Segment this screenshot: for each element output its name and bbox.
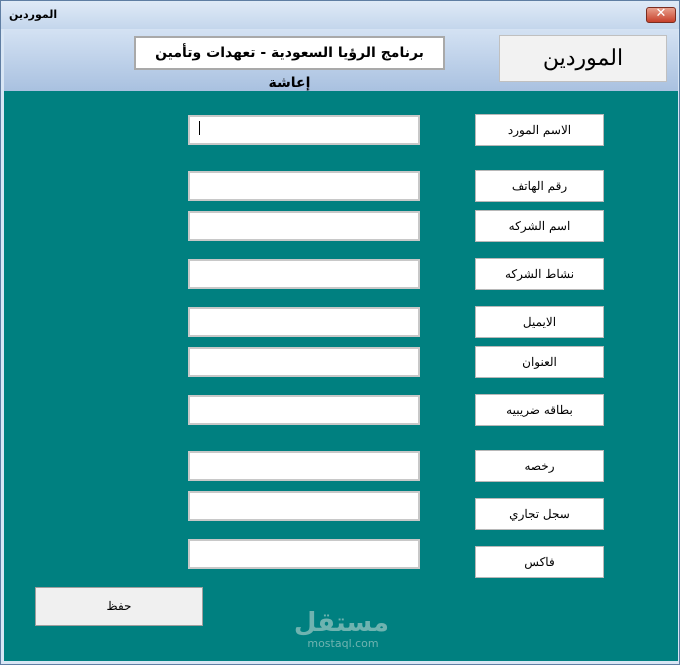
company-name-input[interactable] (188, 211, 420, 241)
fax-label: فاكس (475, 546, 604, 578)
watermark-logo: مستقل mostaql.com (293, 608, 389, 650)
watermark-url: mostaql.com (307, 637, 379, 650)
save-button[interactable]: حفظ (35, 587, 203, 626)
header-panel: برنامج الرؤيا السعودية - تعهدات وتأمين إ… (4, 29, 678, 91)
company-activity-input[interactable] (188, 259, 420, 289)
commercial-register-label: سجل تجاري (475, 498, 604, 530)
fax-input[interactable] (188, 539, 420, 569)
supplier-name-label: الاسم المورد (475, 114, 604, 146)
form-title: الموردين (499, 35, 667, 82)
email-input[interactable] (188, 307, 420, 337)
phone-input[interactable] (188, 171, 420, 201)
license-label: رخصه (475, 450, 604, 482)
email-label: الايميل (475, 306, 604, 338)
company-activity-label: نشاط الشركه (475, 258, 604, 290)
program-name-box: برنامج الرؤيا السعودية - تعهدات وتأمين إ… (134, 36, 445, 91)
commercial-register-input[interactable] (188, 491, 420, 521)
watermark-text: مستقل (293, 608, 389, 638)
address-input[interactable] (188, 347, 420, 377)
company-name-label: اسم الشركه (475, 210, 604, 242)
title-bar: الموردين ✕ (1, 1, 679, 29)
tax-card-input[interactable] (188, 395, 420, 425)
address-label: العنوان (475, 346, 604, 378)
supplier-name-input[interactable] (188, 115, 420, 145)
app-window: الموردين ✕ برنامج الرؤيا السعودية - تعهد… (0, 0, 680, 665)
window-title: الموردين (9, 8, 58, 21)
close-button[interactable]: ✕ (646, 6, 676, 23)
tax-card-label: بطاقه ضريبيه (475, 394, 604, 426)
form-body: الاسم المورد رقم الهاتف اسم الشركه نشاط … (4, 91, 678, 661)
license-input[interactable] (188, 451, 420, 481)
close-icon: ✕ (655, 6, 667, 21)
phone-label: رقم الهاتف (475, 170, 604, 202)
text-caret (199, 121, 200, 135)
